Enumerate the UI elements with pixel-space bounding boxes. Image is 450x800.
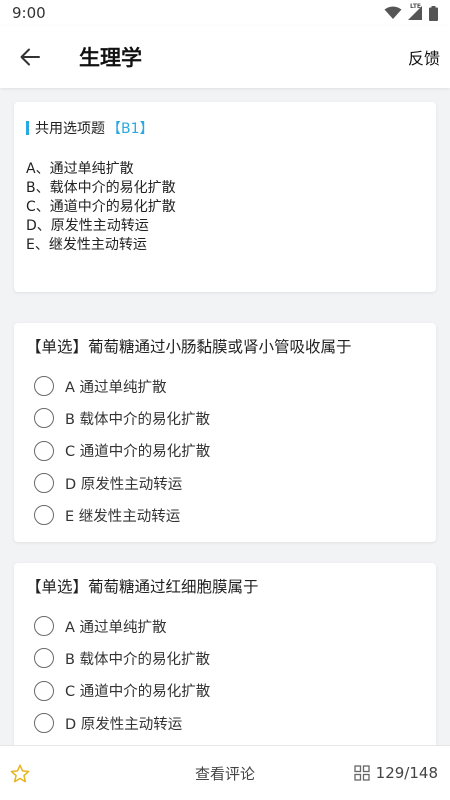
- question-card: 【单选】葡萄糖通过红细胞膜属于 A 通过单纯扩散 B 载体中介的易化扩散 C 通…: [14, 563, 436, 745]
- status-icons: LTE: [384, 3, 438, 21]
- option-list: A 通过单纯扩散 B 载体中介的易化扩散 C 通道中介的易化扩散 D 原发性主动…: [26, 610, 424, 745]
- option-label: A 通过单纯扩散: [65, 379, 167, 396]
- option-label: B 载体中介的易化扩散: [65, 651, 211, 668]
- arrow-left-icon: [20, 48, 40, 66]
- shared-options-label: 共用选项题: [35, 121, 105, 137]
- shared-option: A、通过单纯扩散: [26, 161, 134, 177]
- radio-button[interactable]: [34, 376, 54, 397]
- page-title: 生理学: [79, 46, 142, 70]
- question-stem: 【单选】葡萄糖通过红细胞膜属于: [26, 578, 259, 596]
- option-label: C 通道中介的易化扩散: [65, 684, 211, 701]
- network-type: LTE: [410, 3, 422, 10]
- option-label: D 原发性主动转运: [65, 476, 183, 493]
- option-label: A 通过单纯扩散: [65, 619, 167, 636]
- back-button[interactable]: [0, 26, 60, 88]
- radio-button[interactable]: [34, 440, 54, 461]
- radio-button[interactable]: [34, 473, 54, 494]
- view-comments-button[interactable]: 查看评论: [195, 765, 255, 783]
- answer-option-a[interactable]: A 通过单纯扩散: [26, 610, 424, 642]
- grid-icon: [354, 765, 370, 781]
- shared-option: C、通道中介的易化扩散: [26, 199, 176, 215]
- radio-button[interactable]: [34, 408, 54, 429]
- favorite-button[interactable]: [10, 763, 30, 783]
- answer-option-b[interactable]: B 载体中介的易化扩散: [26, 402, 424, 434]
- shared-option: E、继发性主动转运: [26, 237, 147, 253]
- battery-icon: [429, 5, 438, 21]
- option-label: E 继发性主动转运: [65, 508, 181, 525]
- app-bar: 生理学 反馈: [0, 26, 450, 88]
- radio-button[interactable]: [34, 713, 54, 734]
- question-card: 【单选】葡萄糖通过小肠黏膜或肾小管吸收属于 A 通过单纯扩散 B 载体中介的易化…: [14, 323, 436, 542]
- question-stem: 【单选】葡萄糖通过小肠黏膜或肾小管吸收属于: [26, 338, 352, 356]
- shared-option: B、载体中介的易化扩散: [26, 180, 176, 196]
- question-list[interactable]: 共用选项题 【B1】 A、通过单纯扩散 B、载体中介的易化扩散 C、通道中介的易…: [0, 88, 450, 745]
- question-progress: 129/148: [375, 764, 438, 782]
- status-time: 9:00: [12, 4, 46, 22]
- question-navigator-button[interactable]: 129/148: [354, 764, 438, 782]
- answer-option-e[interactable]: E 继发性主动转运: [26, 499, 424, 531]
- radio-button[interactable]: [34, 680, 54, 701]
- answer-option-d[interactable]: D 原发性主动转运: [26, 467, 424, 499]
- wifi-icon: [384, 6, 402, 19]
- radio-button[interactable]: [34, 648, 54, 669]
- bottom-bar: 查看评论 129/148: [0, 745, 450, 800]
- status-bar: 9:00 LTE: [0, 0, 450, 26]
- answer-option-a[interactable]: A 通过单纯扩散: [26, 370, 424, 402]
- shared-options-header: 共用选项题 【B1】: [26, 118, 424, 138]
- answer-option-c[interactable]: C 通道中介的易化扩散: [26, 435, 424, 467]
- shared-options-card: 共用选项题 【B1】 A、通过单纯扩散 B、载体中介的易化扩散 C、通道中介的易…: [14, 102, 436, 292]
- answer-option-b[interactable]: B 载体中介的易化扩散: [26, 642, 424, 674]
- option-label: D 原发性主动转运: [65, 716, 183, 733]
- option-list: A 通过单纯扩散 B 载体中介的易化扩散 C 通道中介的易化扩散 D 原发性主动…: [26, 370, 424, 531]
- answer-option-c[interactable]: C 通道中介的易化扩散: [26, 675, 424, 707]
- star-icon: [10, 763, 30, 782]
- option-label: C 通道中介的易化扩散: [65, 444, 211, 461]
- radio-button[interactable]: [34, 505, 54, 526]
- option-label: B 载体中介的易化扩散: [65, 411, 211, 428]
- shared-options-list: A、通过单纯扩散 B、载体中介的易化扩散 C、通道中介的易化扩散 D、原发性主动…: [26, 160, 424, 255]
- answer-option-d[interactable]: D 原发性主动转运: [26, 707, 424, 739]
- question-type-tag: 【B1】: [107, 121, 154, 137]
- accent-bar: [26, 121, 29, 135]
- shared-option: D、原发性主动转运: [26, 218, 149, 234]
- cell-signal-icon: LTE: [408, 3, 423, 20]
- feedback-button[interactable]: 反馈: [408, 45, 440, 69]
- radio-button[interactable]: [34, 616, 54, 637]
